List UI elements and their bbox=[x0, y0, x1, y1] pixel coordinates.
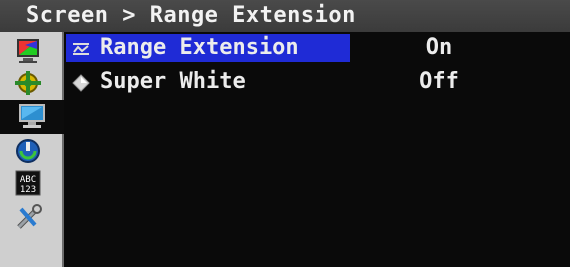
menu-item-label: Super White bbox=[100, 69, 246, 94]
power-eco-icon bbox=[16, 139, 40, 163]
menu-panel: Range Extension On Super White Off bbox=[64, 32, 570, 267]
tools-wrench-icon bbox=[17, 204, 42, 229]
breadcrumb: Screen > Range Extension bbox=[0, 0, 570, 32]
menu-item-range-extension[interactable]: Range Extension bbox=[66, 34, 350, 62]
super-white-value: Off bbox=[419, 69, 459, 94]
sidebar-item-language[interactable]: ABC 123 bbox=[8, 168, 48, 198]
sidebar-item-screen[interactable] bbox=[0, 100, 64, 134]
sidebar-item-power[interactable] bbox=[8, 136, 48, 166]
sidebar-item-tools[interactable] bbox=[8, 202, 48, 232]
sidebar-item-color[interactable] bbox=[8, 36, 48, 66]
svg-text:ABC: ABC bbox=[20, 175, 36, 185]
range-extension-icon bbox=[72, 39, 90, 57]
sidebar-item-input[interactable] bbox=[8, 68, 48, 98]
signal-input-icon bbox=[15, 71, 41, 95]
color-adjust-icon bbox=[17, 39, 39, 63]
language-abc-icon: ABC 123 bbox=[15, 170, 41, 196]
sidebar: ABC 123 bbox=[0, 32, 64, 267]
screen-monitor-icon bbox=[19, 104, 45, 128]
menu-item-label: Range Extension bbox=[100, 35, 299, 60]
svg-text:123: 123 bbox=[20, 185, 36, 195]
diamond-icon bbox=[72, 73, 90, 92]
osd-menu: Screen > Range Extension ABC 123 Range E… bbox=[0, 0, 570, 267]
menu-item-super-white[interactable]: Super White bbox=[66, 68, 350, 96]
range-extension-value: On bbox=[425, 35, 453, 60]
